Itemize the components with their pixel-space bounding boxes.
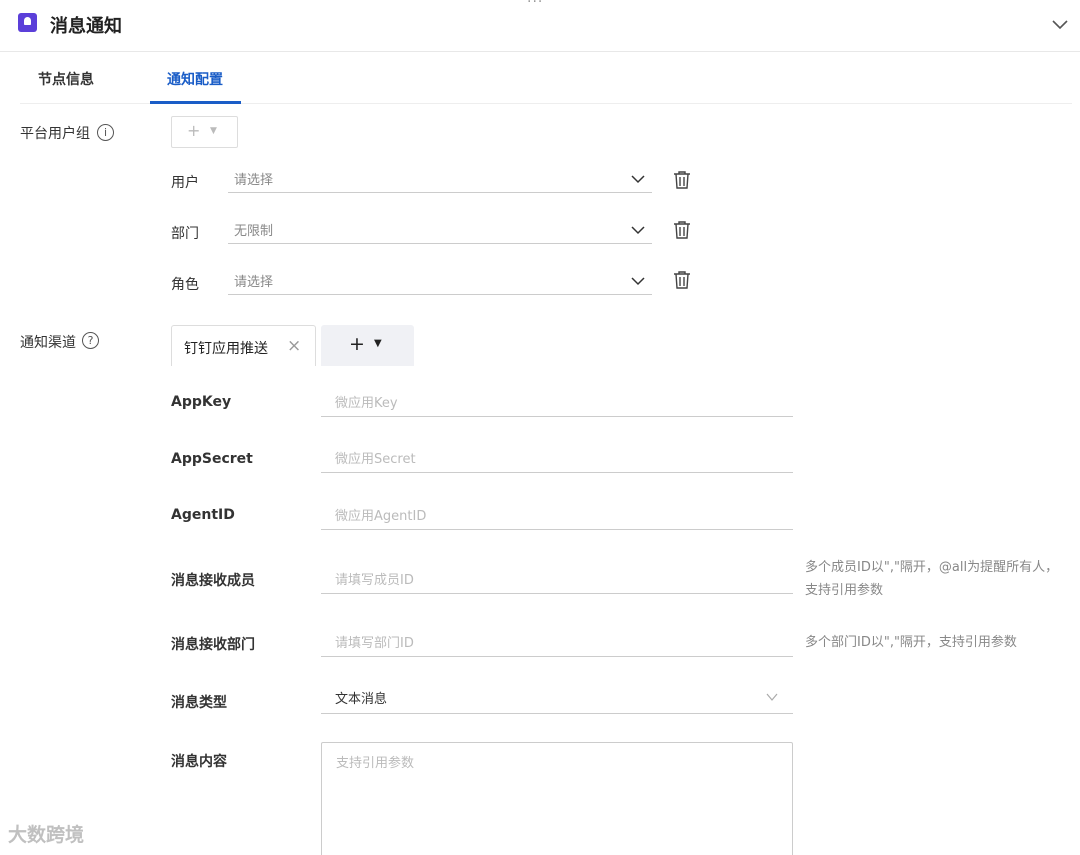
members-help-line1: 多个成员ID以","隔开，@all为提醒所有人，	[805, 560, 1059, 575]
role-label: 角色	[171, 277, 199, 293]
msg-type-label: 消息类型	[171, 695, 227, 711]
dept-select-value: 无限制	[234, 224, 274, 239]
plus-icon: +	[349, 333, 365, 355]
plus-icon: +	[187, 121, 201, 140]
members-help-line2: 支持引用参数	[805, 583, 884, 598]
channel-label: 通知渠道	[20, 335, 76, 351]
appsecret-label: AppSecret	[171, 451, 253, 467]
dept-label: 部门	[171, 226, 199, 242]
tab-notify-config[interactable]: 通知配置	[167, 69, 223, 89]
role-select-value: 请选择	[234, 275, 274, 290]
msg-type-value: 文本消息	[335, 692, 388, 707]
appkey-label: AppKey	[171, 394, 232, 410]
trash-icon[interactable]	[672, 270, 692, 290]
agentid-placeholder: 微应用AgentID	[335, 509, 427, 524]
user-select-value: 请选择	[234, 173, 274, 188]
caret-down-icon: ▼	[374, 338, 382, 349]
depts-help: 多个部门ID以","隔开，支持引用参数	[805, 635, 1017, 650]
panel-title: 消息通知	[50, 16, 122, 37]
dept-select[interactable]: 无限制	[228, 218, 652, 244]
add-channel-button[interactable]: + ▼	[321, 325, 414, 366]
role-select[interactable]: 请选择	[228, 269, 652, 295]
channel-tab-dingtalk[interactable]: 钉钉应用推送 ×	[171, 325, 316, 366]
appkey-input[interactable]: 微应用Key	[321, 387, 793, 417]
add-group-button[interactable]: + ▼	[171, 116, 238, 148]
caret-down-icon: ▼	[210, 126, 217, 136]
trash-icon[interactable]	[672, 170, 692, 190]
chevron-down-icon	[766, 693, 778, 701]
chevron-down-icon	[631, 277, 645, 286]
bell-app-icon	[18, 13, 37, 32]
agentid-input[interactable]: 微应用AgentID	[321, 500, 793, 530]
content-textarea[interactable]: 支持引用参数	[321, 742, 793, 855]
platform-group-label: 平台用户组	[20, 126, 90, 142]
panel-header: 消息通知	[0, 0, 1080, 52]
depts-placeholder: 请填写部门ID	[335, 636, 414, 651]
tab-node-info[interactable]: 节点信息	[38, 69, 94, 89]
depts-input[interactable]: 请填写部门ID	[321, 627, 793, 657]
content-label: 消息内容	[171, 754, 227, 770]
trash-icon[interactable]	[672, 220, 692, 240]
active-tab-indicator	[150, 101, 241, 104]
members-placeholder: 请填写成员ID	[335, 573, 414, 588]
members-label: 消息接收成员	[171, 573, 255, 589]
depts-label: 消息接收部门	[171, 637, 255, 653]
watermark-logo: 大数跨境	[8, 824, 85, 846]
content-placeholder: 支持引用参数	[336, 756, 415, 771]
agentid-label: AgentID	[171, 507, 235, 523]
chevron-down-icon[interactable]	[1050, 14, 1070, 34]
chevron-down-icon	[631, 226, 645, 235]
close-icon[interactable]: ×	[287, 336, 301, 356]
chevron-down-icon	[631, 175, 645, 184]
tab-bar: 节点信息 通知配置	[20, 52, 1072, 104]
appsecret-placeholder: 微应用Secret	[335, 452, 416, 467]
channel-tab-label: 钉钉应用推送	[184, 341, 268, 357]
appkey-placeholder: 微应用Key	[335, 396, 398, 411]
members-input[interactable]: 请填写成员ID	[321, 564, 793, 594]
appsecret-input[interactable]: 微应用Secret	[321, 443, 793, 473]
info-circle-icon[interactable]: i	[97, 124, 114, 141]
members-help: 多个成员ID以","隔开，@all为提醒所有人， 支持引用参数	[805, 556, 1058, 602]
user-label: 用户	[171, 175, 199, 191]
question-circle-icon[interactable]: ?	[82, 332, 99, 349]
user-select[interactable]: 请选择	[228, 167, 652, 193]
msg-type-select[interactable]: 文本消息	[321, 684, 793, 714]
